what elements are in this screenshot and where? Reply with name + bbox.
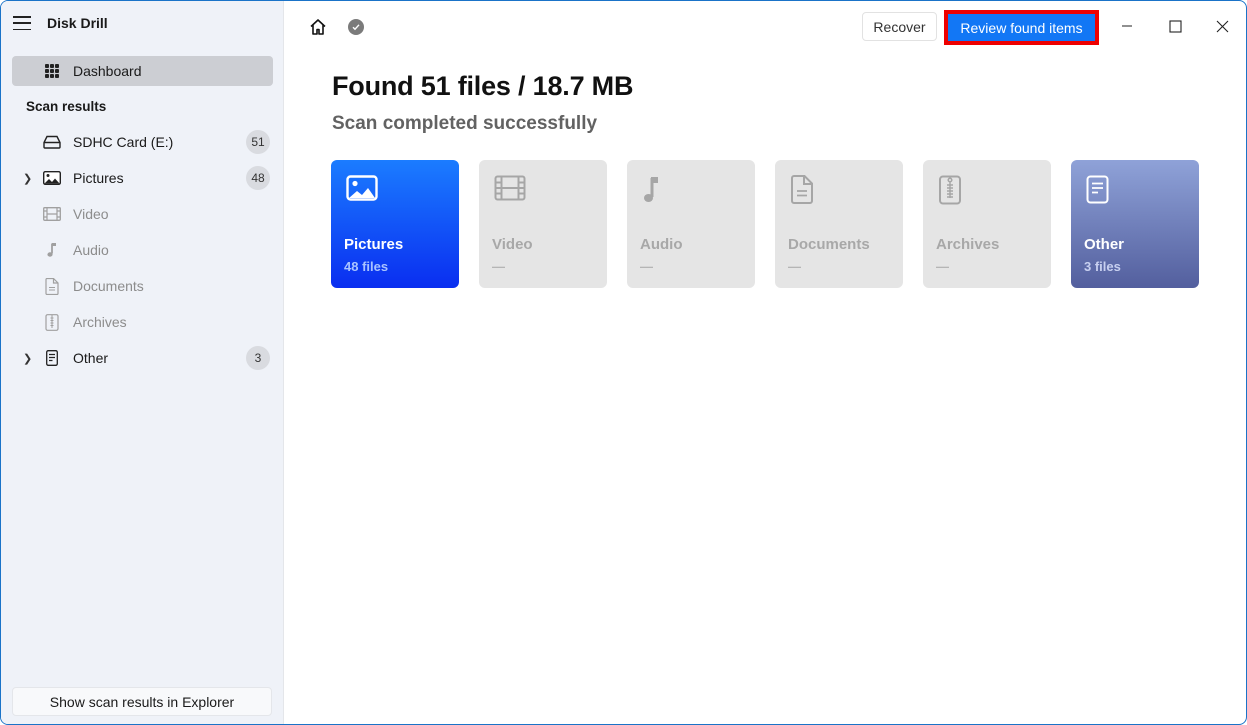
show-in-explorer-button[interactable]: Show scan results in Explorer	[12, 687, 272, 716]
sidebar: Disk Drill Dashboard Scan results SDHC C…	[1, 1, 284, 724]
card-name: Pictures	[344, 236, 404, 253]
card-count: —	[936, 259, 949, 274]
home-icon[interactable]	[308, 17, 328, 37]
sidebar-item-archives[interactable]: Archives	[1, 304, 283, 340]
chevron-right-icon[interactable]: ❯	[23, 352, 33, 365]
app-window: Disk Drill Dashboard Scan results SDHC C…	[0, 0, 1247, 725]
card-name: Other	[1084, 236, 1125, 253]
scan-complete-check-icon	[348, 19, 364, 35]
film-icon	[494, 175, 526, 207]
card-count: —	[788, 259, 801, 274]
music-note-icon	[43, 241, 61, 259]
picture-icon	[43, 169, 61, 187]
film-icon	[43, 205, 61, 223]
sidebar-item-label: Pictures	[73, 170, 124, 186]
sidebar-item-video[interactable]: Video	[1, 196, 283, 232]
app-header: Disk Drill	[13, 15, 108, 31]
sidebar-item-label: Documents	[73, 278, 144, 294]
card-count: 48 files	[344, 259, 389, 274]
category-cards: Pictures 48 files Video — Audio — Docume…	[331, 160, 1219, 288]
review-highlight-box: Review found items	[944, 10, 1099, 45]
recover-button[interactable]: Recover	[862, 12, 937, 41]
chevron-right-icon[interactable]: ❯	[23, 172, 33, 185]
document-icon	[43, 277, 61, 295]
music-note-icon	[642, 175, 674, 207]
card-name: Video	[492, 236, 533, 253]
sidebar-item-sdhc-card[interactable]: SDHC Card (E:) 51	[1, 124, 283, 160]
sidebar-item-audio[interactable]: Audio	[1, 232, 283, 268]
count-badge: 3	[246, 346, 270, 370]
sidebar-item-label: Video	[73, 206, 109, 222]
app-title: Disk Drill	[47, 15, 108, 31]
card-name: Audio	[640, 236, 683, 253]
card-count: —	[640, 259, 653, 274]
sidebar-item-documents[interactable]: Documents	[1, 268, 283, 304]
count-badge: 51	[246, 130, 270, 154]
card-other[interactable]: Other 3 files	[1071, 160, 1199, 288]
main-panel: Recover Review found items Found 51 file…	[284, 1, 1246, 724]
card-pictures[interactable]: Pictures 48 files	[331, 160, 459, 288]
archive-icon	[938, 175, 970, 207]
count-badge: 48	[246, 166, 270, 190]
document-icon	[790, 175, 822, 207]
card-archives[interactable]: Archives —	[923, 160, 1051, 288]
drive-icon	[43, 133, 61, 151]
page-title: Found 51 files / 18.7 MB	[332, 71, 634, 101]
sidebar-item-label: Audio	[73, 242, 109, 258]
sidebar-item-label: Other	[73, 350, 109, 366]
other-file-icon	[43, 349, 61, 367]
sidebar-item-label: SDHC Card (E:)	[73, 134, 174, 150]
card-count: 3 files	[1084, 259, 1121, 274]
card-documents[interactable]: Documents —	[775, 160, 903, 288]
archive-icon	[43, 313, 61, 331]
scan-status: Scan completed successfully	[332, 113, 598, 134]
scan-results-heading: Scan results	[26, 99, 107, 114]
card-name: Archives	[936, 236, 1000, 253]
menu-icon[interactable]	[13, 16, 31, 30]
sidebar-item-other[interactable]: ❯ Other 3	[1, 340, 283, 376]
grid-icon	[45, 64, 59, 78]
card-count: —	[492, 259, 505, 274]
card-audio[interactable]: Audio —	[627, 160, 755, 288]
other-file-icon	[1086, 175, 1118, 207]
review-found-items-button[interactable]: Review found items	[948, 14, 1095, 41]
sidebar-item-dashboard[interactable]: Dashboard	[12, 56, 273, 86]
close-icon[interactable]	[1207, 13, 1237, 39]
card-name: Documents	[788, 236, 870, 253]
dashboard-label: Dashboard	[73, 63, 142, 79]
sidebar-item-label: Archives	[73, 314, 127, 330]
sidebar-item-pictures[interactable]: ❯ Pictures 48	[1, 160, 283, 196]
picture-icon	[346, 175, 378, 207]
maximize-icon[interactable]	[1160, 13, 1190, 39]
minimize-icon[interactable]	[1112, 13, 1142, 39]
card-video[interactable]: Video —	[479, 160, 607, 288]
